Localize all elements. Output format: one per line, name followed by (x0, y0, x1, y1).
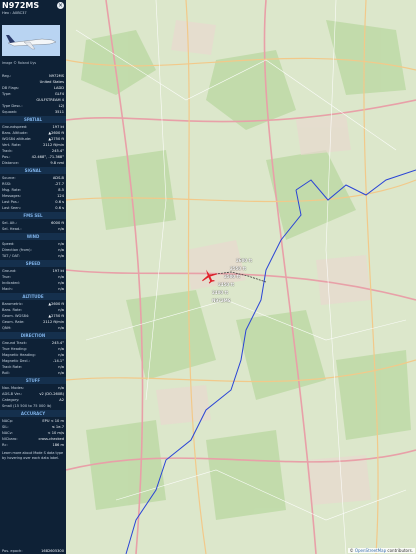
map-attribution: © OpenStreetMap contributors. (347, 548, 415, 553)
field-label: Small (15 500 to 75 000 lb) (2, 404, 52, 408)
track-label: 2400 ft (212, 290, 229, 295)
track-label: 2600 ft (236, 258, 253, 263)
field-value: 9.8 nmi (50, 161, 64, 165)
map-tiles (66, 0, 416, 554)
hex-code: Hex : A0BC37 (2, 11, 27, 15)
track-label: 2550 ft (230, 266, 247, 271)
osm-link[interactable]: OpenStreetMap (355, 548, 386, 553)
data-row: Distance: 9.8 nmi (0, 160, 66, 166)
field-value: 186 m (52, 443, 64, 447)
field-value: n/a (58, 371, 64, 375)
data-row: Sel. Head.: n/a (0, 226, 66, 232)
section-header[interactable]: WIND (0, 233, 66, 240)
field-label: Last Seen: (2, 206, 21, 210)
data-row: Mach: n/a (0, 286, 66, 292)
field-label: Rc: (2, 443, 8, 447)
section-header[interactable]: SPATIAL (0, 116, 66, 123)
field-value: n/a (58, 227, 64, 231)
field-label: TAT / OAT: (2, 254, 20, 258)
attribution-suffix: contributors. (386, 548, 413, 553)
section-header[interactable]: ACCURACY (0, 410, 66, 417)
field-label: Squawk: (2, 110, 18, 114)
aircraft-callsign: N972MS (2, 1, 40, 10)
data-row: TAT / OAT: n/a (0, 253, 66, 259)
info-rows: Reg.: N972MS United States DB Flags: LADD Typ… (0, 73, 66, 461)
aircraft-info-panel: N972MS Hex : A0BC37 × Image © Roland Uys… (0, 0, 66, 554)
data-row: Small (15 500 to 75 000 lb) (0, 403, 66, 409)
info-row: Squawk: 3511 (0, 109, 66, 115)
close-icon[interactable]: × (57, 2, 64, 9)
field-label: Type: (2, 92, 12, 96)
field-value: 3511 (54, 110, 64, 114)
image-credit: Image © Roland Uys (2, 61, 37, 65)
field-label: Sel. Head.: (2, 227, 22, 231)
map-view[interactable]: 2600 ft 2550 ft 2500 ft 2450 ft 2400 ft … (66, 0, 416, 554)
field-label: QNH: (2, 326, 12, 330)
data-row: Roll: n/a (0, 370, 66, 376)
aircraft-callsign-label: N972MS (212, 298, 231, 303)
field-value: n/a (58, 287, 64, 291)
data-row: QNH: n/a (0, 325, 66, 331)
field-value: n/a (58, 326, 64, 330)
field-value: n/a (58, 254, 64, 258)
field-label: Distance: (2, 161, 19, 165)
footer-label: Pos. epoch: (2, 549, 23, 553)
panel-header: N972MS Hex : A0BC37 × (0, 0, 66, 22)
aircraft-photo[interactable] (2, 25, 60, 56)
section-header[interactable]: DIRECTION (0, 332, 66, 339)
field-label: Roll: (2, 371, 10, 375)
section-header[interactable]: SPEED (0, 260, 66, 267)
help-note: Learn more about Mode S data type by hov… (2, 451, 64, 460)
field-label: Mach: (2, 287, 13, 291)
field-value: A2 (59, 398, 64, 402)
track-label: 2450 ft (218, 282, 235, 287)
section-header[interactable]: FMS SEL (0, 212, 66, 219)
panel-footer: Pos. epoch: 1682605300 (0, 548, 66, 554)
data-row: Last Seen: 0.6 s (0, 205, 66, 211)
aircraft-marker-icon[interactable] (200, 268, 218, 284)
field-value: 0.6 s (55, 206, 64, 210)
field-label: Reg.: (2, 74, 12, 78)
section-header[interactable]: STUFF (0, 377, 66, 384)
track-label: 2500 ft (224, 274, 241, 279)
section-header[interactable]: SIGNAL (0, 167, 66, 174)
section-header[interactable]: ALTITUDE (0, 293, 66, 300)
footer-value: 1682605300 (41, 549, 64, 553)
